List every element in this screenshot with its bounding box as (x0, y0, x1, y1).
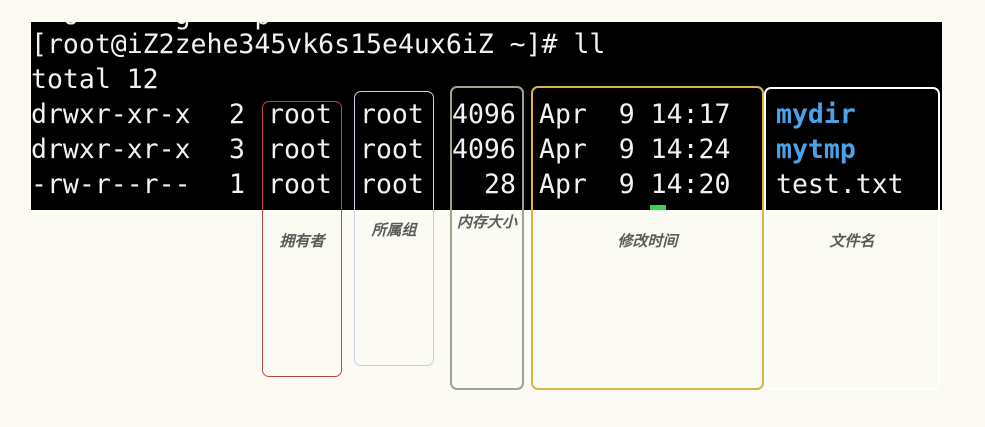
permissions: drwxr-xr-x (31, 99, 191, 130)
filename-label: 文件名 (829, 232, 875, 250)
size-label: 内存大小 (456, 213, 517, 231)
terminal-prompt-line: [root@iZ2zehe345vk6s15e4ux6iZ ~]# ll (31, 29, 606, 60)
mtime-label: 修改时间 (617, 232, 678, 250)
link-count: 2 (229, 99, 245, 130)
permissions: -rw-r--r-- (31, 169, 191, 200)
link-count: 1 (229, 169, 245, 200)
group-label: 所属组 (371, 221, 417, 239)
size-highlight-box (450, 86, 524, 390)
owner-label: 拥有者 (279, 232, 325, 250)
terminal-total-line: total 12 (31, 64, 159, 95)
link-count: 3 (229, 134, 245, 165)
screenshot-canvas: o g p [root@iZ2zehe345vk6s15e4ux6iZ ~]# … (0, 0, 985, 427)
permissions: drwxr-xr-x (31, 134, 191, 165)
